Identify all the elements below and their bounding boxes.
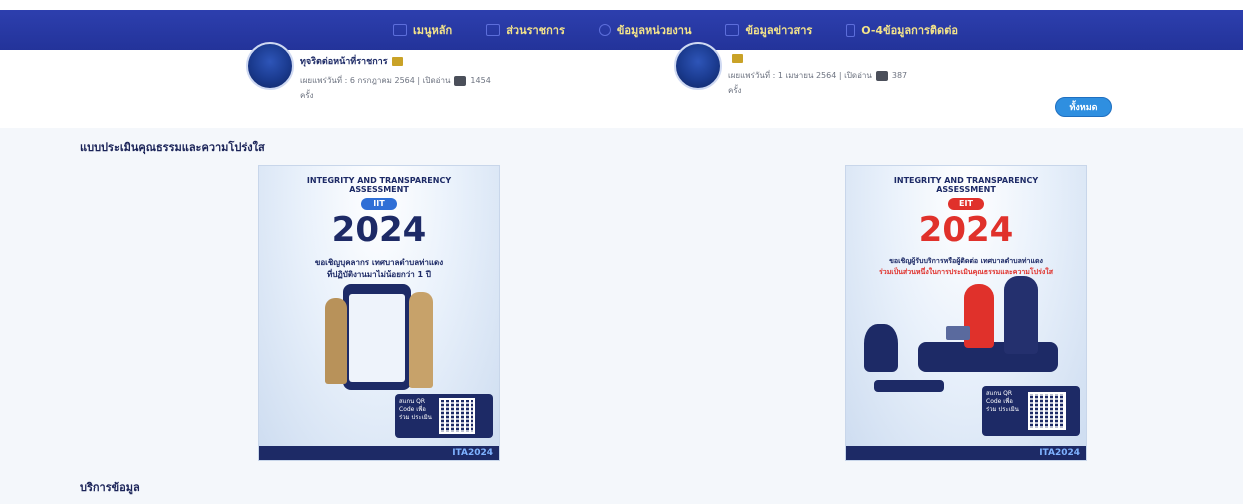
nav-item-news[interactable]: ข้อมูลข่าวสาร: [725, 21, 812, 39]
news-views: 1454: [470, 76, 491, 85]
ita-section-title: แบบประเมินคุณธรรมและความโปร่งใส: [80, 141, 265, 154]
camera-icon: [454, 75, 467, 86]
news-card[interactable]: ทุจริตต่อหน้าที่ราชการ เผยแพร่วันที่ : 6…: [246, 42, 491, 102]
news-card[interactable]: เผยแพร่วันที่ : 1 เมษายน 2564 | เปิดอ่าน…: [674, 42, 907, 97]
poster-badge: IIT: [361, 198, 397, 210]
qr-label: สแกน QR Code เพื่อร่วม ประเมิน: [399, 398, 432, 421]
news-views-unit: ครั้ง: [728, 86, 742, 95]
poster-year: 2024: [918, 210, 1014, 250]
poster-hashtag: ITA2024: [452, 448, 493, 458]
nav-label-main-menu: เมนูหลัก: [413, 24, 453, 37]
top-strip: [0, 0, 1243, 10]
nav-item-contact[interactable]: O-4ข้อมูลการติดต่อ: [846, 21, 958, 39]
view-all-button[interactable]: ทั้งหมด: [1055, 97, 1112, 117]
person-navy-illustration: [1004, 276, 1038, 354]
poster-invite-line-2: ร่วมเป็นส่วนหนึ่งในการประเมินคุณธรรมและค…: [879, 268, 1053, 276]
poster-header: INTEGRITY AND TRANSPARENCY ASSESSMENT: [893, 176, 1039, 194]
folder-icon: [732, 54, 743, 63]
folder-icon: [391, 56, 403, 66]
news-title[interactable]: ทุจริตต่อหน้าที่ราชการ: [300, 54, 388, 68]
poster-invite-line-1: ขอเชิญผู้รับบริการหรือผู้ติดต่อ เทศบาลตำ…: [889, 257, 1043, 265]
news-date: เผยแพร่วันที่ : 1 เมษายน 2564 | เปิดอ่าน: [728, 71, 872, 80]
news-area: ทุจริตต่อหน้าที่ราชการ เผยแพร่วันที่ : 6…: [0, 42, 1243, 128]
poster-year: 2024: [331, 210, 427, 250]
camera-icon: [875, 70, 888, 81]
news-date: เผยแพร่วันที่ : 6 กรกฎาคม 2564 | เปิดอ่า…: [300, 76, 451, 85]
info-icon: [598, 24, 611, 36]
phone-icon: [846, 23, 856, 37]
nav-label-news: ข้อมูลข่าวสาร: [745, 24, 813, 37]
laptop-illustration: [946, 326, 970, 340]
poster-invite-line-2: ที่ปฏิบัติงานมาไม่น้อยกว่า 1 ปี: [327, 270, 431, 279]
news-icon: [725, 24, 740, 36]
poster-header: INTEGRITY AND TRANSPARENCY ASSESSMENT: [306, 176, 452, 194]
grid-icon: [393, 24, 407, 36]
building-icon: [486, 24, 501, 36]
smartphone-screen: [349, 294, 405, 382]
qr-code-icon[interactable]: [439, 398, 475, 434]
main-navbar: เมนูหลัก ส่วนราชการ ข้อมูลหน่วยงาน ข้อมู…: [0, 10, 1243, 50]
news-views-unit: ครั้ง: [300, 91, 314, 100]
plant-illustration: [864, 324, 898, 372]
officer-figure-left: [325, 298, 347, 384]
agency-logo: [674, 42, 722, 90]
qr-code-icon[interactable]: [1028, 392, 1066, 430]
officer-figure-right: [409, 292, 433, 388]
nav-item-main-menu[interactable]: เมนูหลัก: [393, 21, 452, 39]
poster-steps-header: [874, 380, 944, 392]
nav-label-agency-info: ข้อมูลหน่วยงาน: [616, 24, 692, 37]
nav-label-contact: O-4ข้อมูลการติดต่อ: [861, 24, 958, 37]
agency-logo: [246, 42, 294, 90]
news-views: 387: [891, 71, 908, 80]
iit-poster[interactable]: INTEGRITY AND TRANSPARENCY ASSESSMENT II…: [258, 165, 500, 461]
eit-poster[interactable]: INTEGRITY AND TRANSPARENCY ASSESSMENT EI…: [845, 165, 1087, 461]
poster-hashtag: ITA2024: [1039, 448, 1080, 458]
poster-badge: EIT: [948, 198, 984, 210]
nav-label-departments: ส่วนราชการ: [506, 24, 565, 37]
qr-label: สแกน QR Code เพื่อร่วม ประเมิน: [986, 390, 1019, 413]
nav-item-agency-info[interactable]: ข้อมูลหน่วยงาน: [598, 21, 692, 39]
nav-item-departments[interactable]: ส่วนราชการ: [486, 21, 565, 39]
service-section-title: บริการข้อมูล: [80, 481, 140, 494]
